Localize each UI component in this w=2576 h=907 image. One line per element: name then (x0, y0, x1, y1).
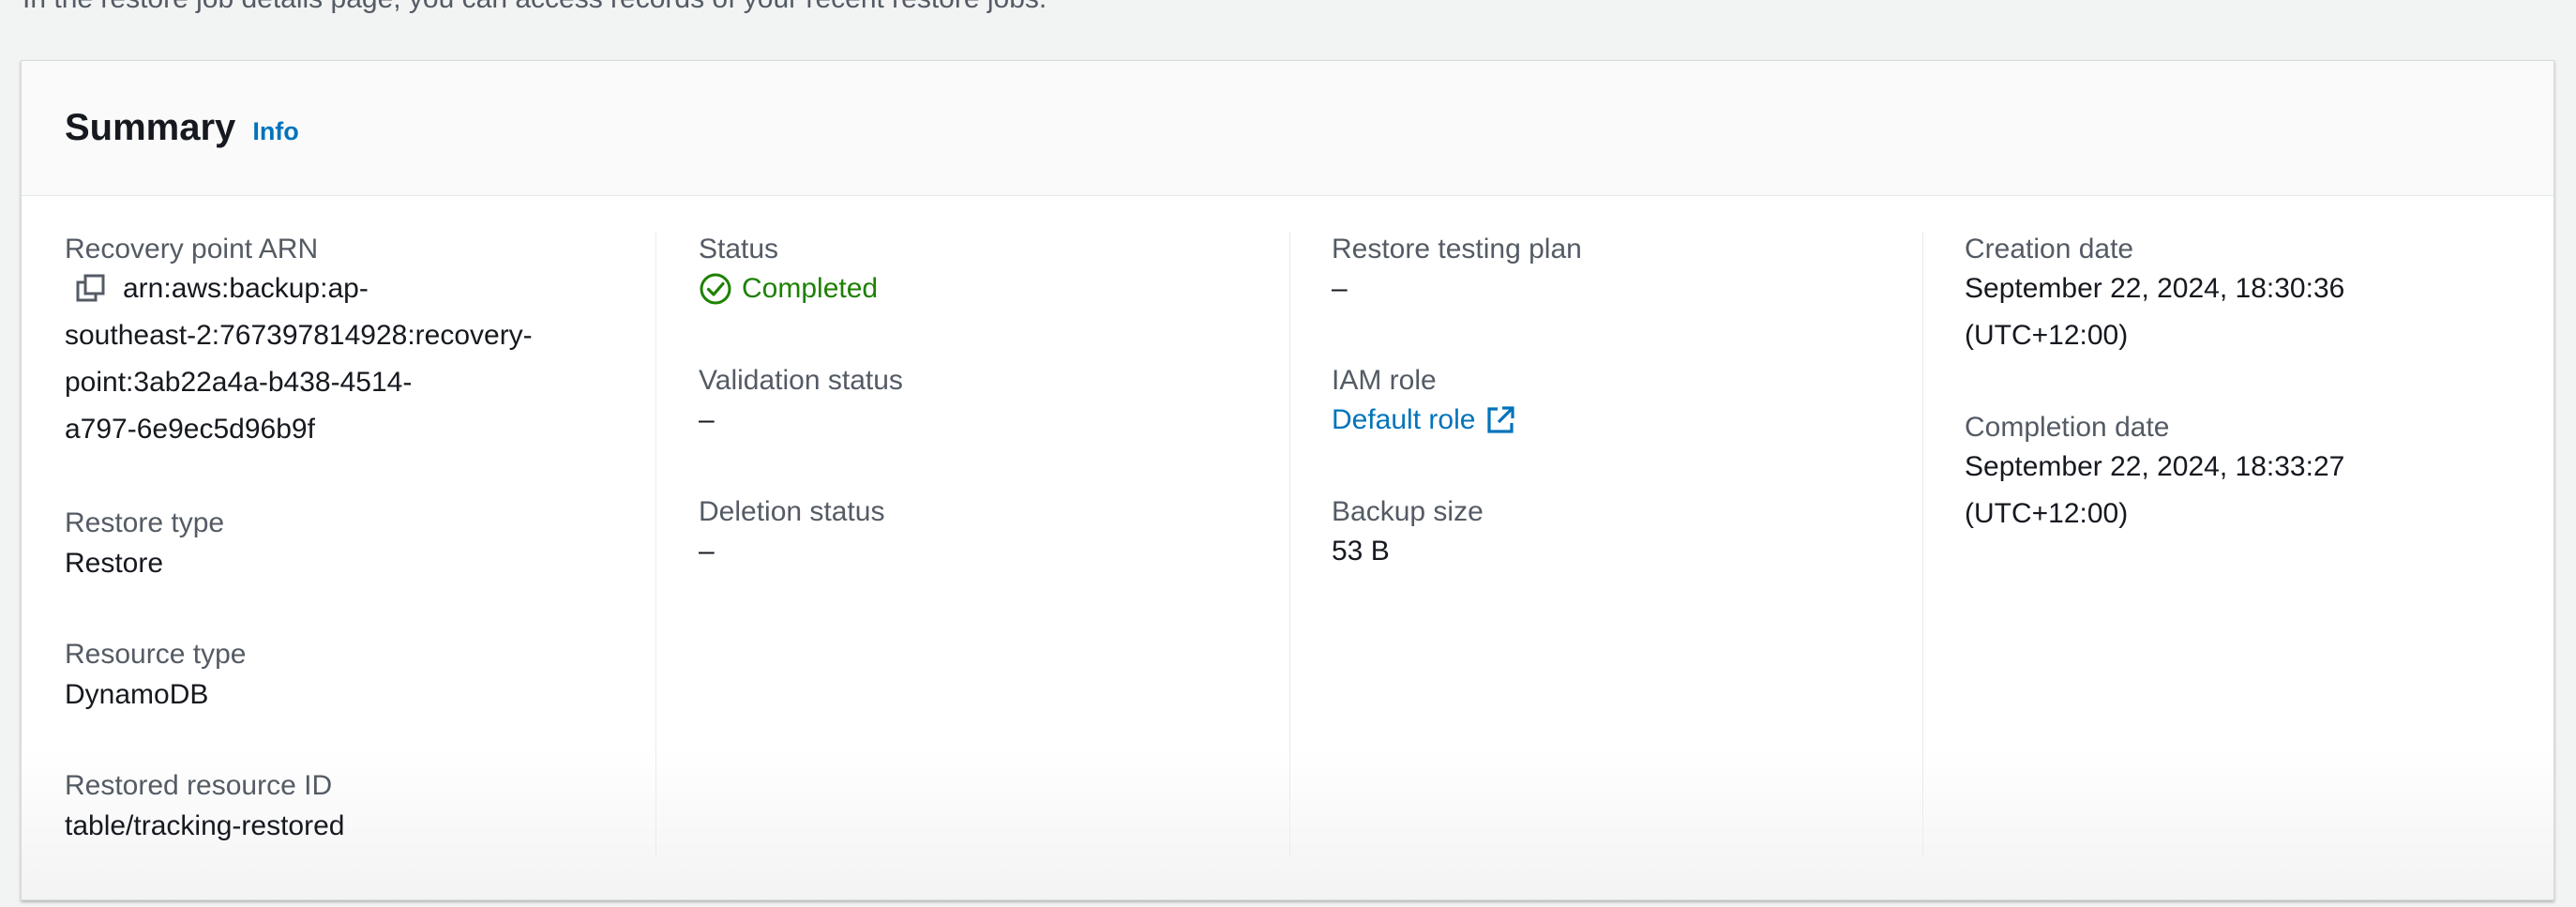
iam-role-label: IAM role (1332, 365, 1437, 396)
iam-role-link[interactable]: Default role (1332, 397, 1516, 444)
page-intro-text: In the restore job details page, you can… (23, 0, 1047, 15)
deletion-status-label: Deletion status (699, 496, 885, 527)
recovery-point-arn-label: Recovery point ARN (65, 234, 319, 265)
column-divider-3 (1922, 232, 1923, 857)
column-divider-1 (655, 232, 656, 857)
status-text: Completed (742, 273, 879, 304)
restore-testing-plan-value: – (1332, 273, 1348, 304)
copy-icon[interactable] (74, 272, 108, 306)
completion-date-value: September 22, 2024, 18:33:27 (UTC+12:00) (1965, 444, 2344, 537)
arn-line-3: point:3ab22a4a-b438-4514- (65, 367, 413, 398)
backup-size-value: 53 B (1332, 536, 1390, 567)
completion-date-line-2: (UTC+12:00) (1965, 498, 2129, 529)
creation-date-line-1: September 22, 2024, 18:30:36 (1965, 273, 2345, 304)
deletion-status-value: – (699, 536, 715, 567)
creation-date-line-2: (UTC+12:00) (1965, 320, 2129, 351)
summary-header: Summary Info (22, 61, 2553, 196)
summary-title: Summary (65, 107, 236, 148)
validation-status-value: – (699, 404, 715, 435)
restored-resource-id-label: Restored resource ID (65, 770, 333, 801)
summary-column-2: Status Completed Validation status – Del… (699, 196, 1289, 899)
summary-column-3: Restore testing plan – IAM role Default … (1332, 196, 1922, 899)
restore-testing-plan-label: Restore testing plan (1332, 234, 1582, 265)
status-label: Status (699, 234, 779, 265)
restored-resource-id-value: table/tracking-restored (65, 810, 345, 841)
arn-line-2: southeast-2:767397814928:recovery- (65, 320, 533, 351)
creation-date-label: Creation date (1965, 234, 2134, 265)
arn-line-1: arn:aws:backup:ap- (123, 273, 369, 304)
summary-column-4: Creation date September 22, 2024, 18:30:… (1965, 196, 2527, 899)
resource-type-label: Resource type (65, 639, 247, 670)
check-circle-icon (699, 272, 742, 306)
creation-date-value: September 22, 2024, 18:30:36 (UTC+12:00) (1965, 265, 2344, 359)
completion-date-line-1: September 22, 2024, 18:33:27 (1965, 451, 2345, 482)
summary-panel: Summary Info Recovery point ARN arn:aws:… (21, 60, 2554, 900)
recovery-point-arn-value: arn:aws:backup:ap- southeast-2:767397814… (65, 265, 533, 453)
arn-line-4: a797-6e9ec5d96b9f (65, 414, 315, 445)
status-value: Completed (699, 265, 878, 312)
completion-date-label: Completion date (1965, 412, 2170, 443)
summary-body: Recovery point ARN arn:aws:backup:ap- so… (22, 196, 2553, 899)
resource-type-value: DynamoDB (65, 679, 209, 710)
summary-column-1: Recovery point ARN arn:aws:backup:ap- so… (65, 196, 655, 899)
backup-size-label: Backup size (1332, 496, 1484, 527)
iam-role-link-text[interactable]: Default role (1332, 397, 1475, 444)
restore-type-label: Restore type (65, 507, 225, 538)
external-link-icon[interactable] (1475, 404, 1516, 436)
validation-status-label: Validation status (699, 365, 903, 396)
info-link[interactable]: Info (252, 117, 298, 146)
restore-type-value: Restore (65, 548, 164, 579)
column-divider-2 (1289, 232, 1290, 857)
